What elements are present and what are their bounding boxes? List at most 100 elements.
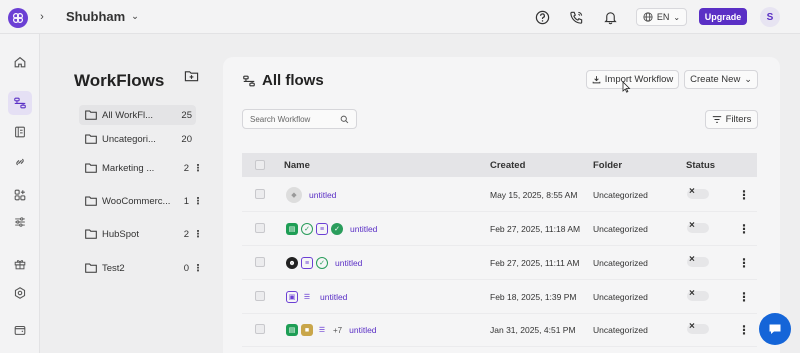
folder-name: Uncategorized	[593, 292, 648, 302]
home-icon[interactable]	[8, 50, 32, 74]
chevron-down-icon: ⌄	[744, 74, 752, 84]
avatar[interactable]: S	[760, 7, 780, 27]
folder-menu-icon[interactable]: ⋮	[193, 229, 203, 240]
language-selector[interactable]: EN ⌄	[636, 8, 687, 26]
folder-name: Test2	[102, 262, 125, 274]
row-checkbox[interactable]	[255, 291, 265, 301]
mouse-cursor-icon	[622, 80, 631, 93]
image-app-icon: ▣	[286, 291, 298, 303]
status-toggle[interactable]	[687, 288, 709, 301]
column-header-folder[interactable]: Folder	[593, 160, 622, 171]
row-menu-icon[interactable]: ⋮	[738, 188, 750, 202]
folder-item[interactable]: Test2 0 ⋮	[79, 258, 203, 278]
folder-name: Uncategorized	[593, 224, 648, 234]
folder-item[interactable]: WooCommerc... 1 ⋮	[79, 191, 203, 211]
workflow-name-link[interactable]: untitled	[350, 224, 377, 234]
created-date: Feb 27, 2025, 11:11 AM	[490, 258, 580, 268]
download-icon	[592, 76, 601, 84]
row-menu-icon[interactable]: ⋮	[738, 290, 750, 304]
sheets-app-icon: ▤	[286, 324, 298, 336]
folder-count: 2	[183, 228, 189, 240]
language-label: EN	[656, 12, 670, 22]
folder-name: Uncategori...	[102, 133, 156, 145]
row-menu-icon[interactable]: ⋮	[738, 256, 750, 270]
chat-icon	[769, 324, 781, 334]
folder-item[interactable]: Marketing ... 2 ⋮	[79, 158, 203, 178]
workflow-name-link[interactable]: untitled	[309, 190, 336, 200]
folder-icon	[85, 110, 97, 120]
folder-menu-icon[interactable]: ⋮	[193, 163, 203, 174]
column-header-name[interactable]: Name	[284, 160, 310, 171]
filters-label: Filters	[725, 114, 752, 125]
top-bar: › Shubham ⌄ EN ⌄ Upgrade S	[0, 0, 800, 34]
help-icon[interactable]	[533, 8, 551, 26]
table-header: Name Created Folder Status	[242, 153, 757, 177]
filter-icon	[712, 116, 721, 123]
row-checkbox[interactable]	[255, 223, 265, 233]
check-app-icon: ✓	[316, 257, 328, 269]
wallet-icon[interactable]	[8, 318, 32, 342]
folder-icon	[85, 163, 97, 173]
status-toggle[interactable]	[687, 186, 709, 199]
column-header-created[interactable]: Created	[490, 160, 525, 171]
hexagon-settings-icon[interactable]	[8, 281, 32, 305]
folder-item[interactable]: HubSpot 2 ⋮	[79, 224, 203, 244]
workflow-name-link[interactable]: untitled	[320, 292, 347, 302]
folder-item[interactable]: Uncategori... 20	[79, 129, 196, 149]
sidebar	[0, 34, 40, 353]
created-date: Jan 31, 2025, 4:51 PM	[490, 325, 576, 335]
folder-count: 2	[183, 162, 189, 174]
created-date: Feb 18, 2025, 1:39 PM	[490, 292, 577, 302]
expand-sidebar-chevron-icon[interactable]: ›	[36, 10, 48, 24]
settings-sliders-icon[interactable]	[8, 210, 32, 234]
table-row[interactable]: ▣ ☰ untitled Feb 18, 2025, 1:39 PM Uncategor…	[242, 281, 757, 314]
row-checkbox[interactable]	[255, 257, 265, 267]
folder-icon	[85, 229, 97, 239]
table-row[interactable]: ◆ untitled May 15, 2025, 8:55 AM Uncategori…	[242, 179, 757, 212]
flows-icon	[243, 75, 255, 86]
gift-icon[interactable]	[8, 252, 32, 276]
row-checkbox[interactable]	[255, 324, 265, 334]
filters-button[interactable]: Filters	[705, 110, 758, 129]
workspace-selector[interactable]: Shubham ⌄	[66, 9, 139, 24]
row-menu-icon[interactable]: ⋮	[738, 222, 750, 236]
folder-name: HubSpot	[102, 228, 139, 240]
workflows-icon[interactable]	[8, 91, 32, 115]
placeholder-app-icon: ◆	[286, 187, 302, 203]
phone-icon[interactable]	[567, 8, 585, 26]
folder-count: 0	[183, 262, 189, 274]
page-title-text: All flows	[262, 72, 324, 89]
text-app-icon: ☰	[318, 327, 326, 334]
panel-title: WorkFlows	[74, 71, 165, 90]
select-all-checkbox[interactable]	[255, 160, 265, 170]
status-toggle[interactable]	[687, 220, 709, 233]
import-workflow-button[interactable]: Import Workflow	[586, 70, 679, 89]
folder-menu-icon[interactable]: ⋮	[193, 196, 203, 207]
form-app-icon: ≡	[301, 257, 313, 269]
table-row[interactable]: ▤ ✓ ≡ ✓ untitled Feb 27, 2025, 11:18 AM Uncate…	[242, 213, 757, 246]
folder-item[interactable]: All WorkFl... 25	[79, 105, 196, 125]
workflow-name-link[interactable]: untitled	[349, 325, 376, 335]
add-folder-icon[interactable]	[184, 69, 200, 85]
folder-icon	[85, 134, 97, 144]
apps-icon[interactable]	[8, 183, 32, 207]
sheets-app-icon: ▤	[286, 223, 298, 235]
create-new-label: Create New	[690, 74, 741, 85]
row-menu-icon[interactable]: ⋮	[738, 323, 750, 337]
templates-icon[interactable]	[8, 120, 32, 144]
status-toggle[interactable]	[687, 254, 709, 267]
table-row[interactable]: ☻ ≡ ✓ untitled Feb 27, 2025, 11:11 AM Uncateg…	[242, 247, 757, 280]
workflow-name-link[interactable]: untitled	[335, 258, 362, 268]
chat-support-button[interactable]	[759, 313, 791, 345]
column-header-status[interactable]: Status	[686, 160, 715, 171]
status-toggle[interactable]	[687, 321, 709, 334]
row-checkbox[interactable]	[255, 189, 265, 199]
search-input[interactable]: Search Workflow	[242, 109, 357, 129]
create-new-button[interactable]: Create New ⌄	[684, 70, 758, 89]
app-logo-icon[interactable]	[8, 8, 28, 28]
bell-icon[interactable]	[601, 8, 619, 26]
connections-icon[interactable]	[8, 150, 32, 174]
folder-menu-icon[interactable]: ⋮	[193, 263, 203, 274]
table-row[interactable]: ▤ ■ ☰ +7 untitled Jan 31, 2025, 4:51 PM Uncate…	[242, 314, 757, 347]
upgrade-button[interactable]: Upgrade	[699, 8, 747, 25]
